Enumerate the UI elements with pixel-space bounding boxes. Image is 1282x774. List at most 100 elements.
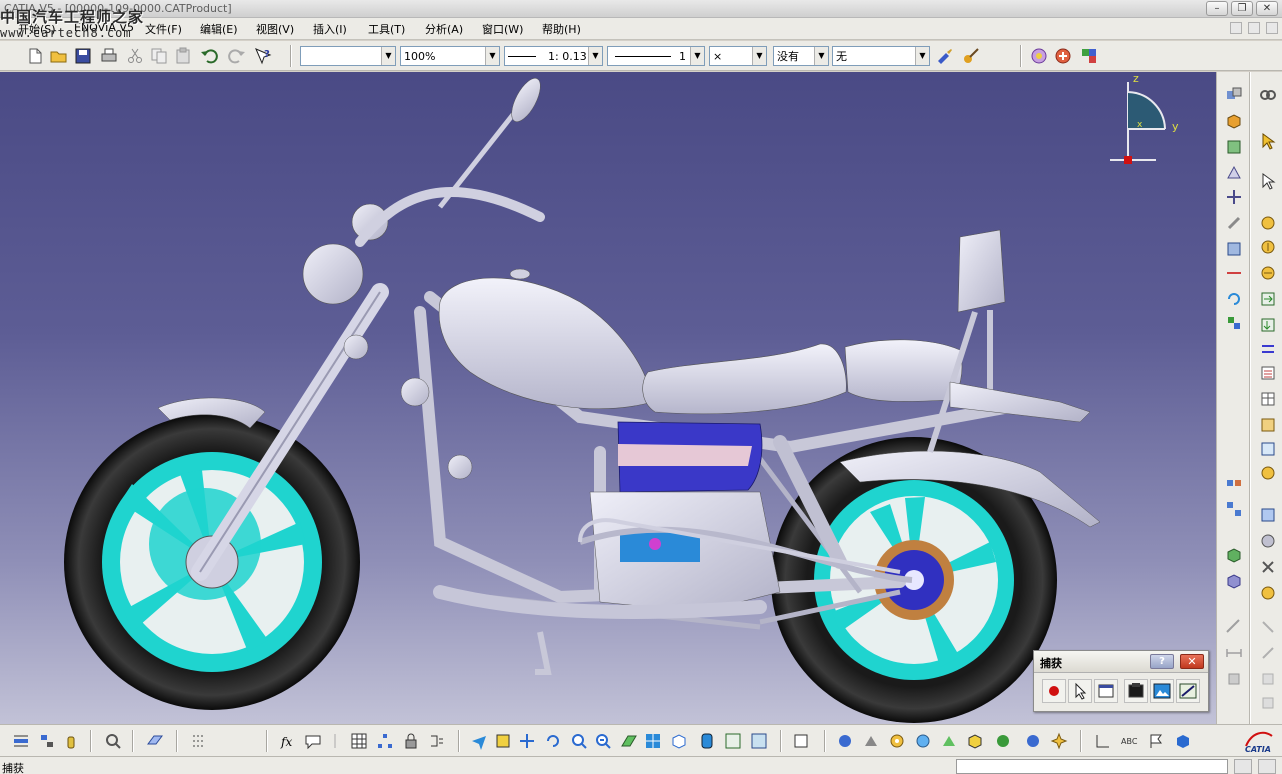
status-button-2[interactable]	[1258, 759, 1276, 774]
constraint-icon[interactable]	[1225, 314, 1243, 332]
color-combo[interactable]: ▼	[300, 46, 396, 66]
law-icon[interactable]	[326, 732, 344, 750]
minimize-button[interactable]: –	[1206, 1, 1228, 16]
quick-select-icon[interactable]	[1259, 172, 1277, 190]
palette-close-button[interactable]: ✕	[1180, 654, 1204, 669]
undo-icon[interactable]	[200, 47, 218, 65]
pan-icon[interactable]	[518, 732, 536, 750]
kin-icon[interactable]	[836, 732, 854, 750]
export-icon[interactable]	[1259, 316, 1277, 334]
whats-this-icon[interactable]: ?	[254, 47, 272, 65]
text-annotation-icon[interactable]: ABC	[1120, 732, 1138, 750]
swap-icon[interactable]	[1259, 340, 1277, 358]
sectioning-icon[interactable]	[966, 732, 984, 750]
list-icon[interactable]	[1259, 364, 1277, 382]
formula-icon[interactable]	[1054, 47, 1072, 65]
rotate-icon[interactable]	[544, 732, 562, 750]
axis-icon[interactable]	[1094, 732, 1112, 750]
normal-view-icon[interactable]	[620, 732, 638, 750]
menu-analysis[interactable]: 分析(A)	[425, 21, 463, 37]
gear-icon[interactable]	[888, 732, 906, 750]
menu-enovia[interactable]: ENOVIA V5	[74, 21, 134, 34]
report-icon[interactable]	[1259, 440, 1277, 458]
measure-item-icon[interactable]	[1225, 618, 1243, 636]
design-table-icon[interactable]	[350, 732, 368, 750]
simulation-icon[interactable]	[862, 732, 880, 750]
clash-check-icon[interactable]	[940, 732, 958, 750]
menu-insert[interactable]: 插入(I)	[313, 21, 347, 37]
point-combo[interactable]: × ▼	[709, 46, 767, 66]
fix-icon[interactable]	[1259, 558, 1277, 576]
record-button[interactable]	[1042, 679, 1066, 703]
menu-window[interactable]: 窗口(W)	[482, 21, 523, 37]
visualization-mode-icon[interactable]	[1259, 264, 1277, 282]
select-arrow-icon[interactable]	[1259, 132, 1277, 150]
insert-component-icon[interactable]	[1225, 112, 1243, 130]
section-icon[interactable]	[1225, 240, 1243, 258]
enhanced-scene-icon[interactable]	[1225, 572, 1243, 590]
product-structure-icon[interactable]	[1225, 86, 1243, 104]
sparkle-icon[interactable]	[1050, 732, 1068, 750]
motorcycle-model[interactable]: z y x	[0, 72, 1216, 724]
disabled-tool-icon[interactable]	[1259, 670, 1277, 688]
painter-icon[interactable]	[936, 47, 954, 65]
redo-icon[interactable]	[228, 47, 246, 65]
formula-fx-icon[interactable]: fx	[280, 732, 298, 750]
menu-help[interactable]: 帮助(H)	[542, 21, 581, 37]
3d-viewport[interactable]: z y x	[0, 72, 1216, 724]
bom-icon[interactable]	[1259, 416, 1277, 434]
view-link-icon[interactable]	[1259, 86, 1277, 104]
mdi-minimize-button[interactable]	[1230, 22, 1242, 34]
hide-show-icon[interactable]	[724, 732, 742, 750]
menu-file[interactable]: 文件(F)	[145, 21, 182, 37]
render-combo[interactable]: 无 ▼	[832, 46, 930, 66]
zoom-out-icon[interactable]	[594, 732, 612, 750]
lock-icon[interactable]	[402, 732, 420, 750]
fit-all-in-icon[interactable]	[494, 732, 512, 750]
bottle-icon[interactable]	[62, 732, 80, 750]
palette-help-button[interactable]: ?	[1150, 654, 1174, 669]
multi-view-icon[interactable]	[644, 732, 662, 750]
table-icon[interactable]	[1259, 390, 1277, 408]
dress-up-icon[interactable]	[1259, 584, 1277, 602]
select-mode-button[interactable]	[1068, 679, 1092, 703]
explode-icon[interactable]	[1225, 474, 1243, 492]
search-icon[interactable]	[104, 732, 122, 750]
tree-icon[interactable]	[38, 732, 56, 750]
reuse-pattern-icon[interactable]	[1225, 500, 1243, 518]
plane-icon[interactable]	[146, 732, 164, 750]
shading-icon[interactable]	[698, 732, 716, 750]
existing-component-icon[interactable]	[1225, 138, 1243, 156]
fit-all-icon[interactable]	[12, 732, 30, 750]
measure-between-icon[interactable]	[1225, 644, 1243, 662]
menu-tools[interactable]: 工具(T)	[368, 21, 405, 37]
capture-button[interactable]	[1124, 679, 1148, 703]
compass-icon[interactable]: z y x	[1110, 72, 1179, 164]
close-button[interactable]: ✕	[1256, 1, 1278, 16]
snap-icon[interactable]	[1225, 188, 1243, 206]
catalog-icon[interactable]	[1259, 506, 1277, 524]
linetype-combo[interactable]: 1: 0.13 ▼	[504, 46, 603, 66]
equation-icon[interactable]	[428, 732, 446, 750]
disabled-tool-icon[interactable]	[1259, 618, 1277, 636]
catalog-tool-icon[interactable]	[792, 732, 810, 750]
zoom-in-icon[interactable]	[570, 732, 588, 750]
menu-edit[interactable]: 编辑(E)	[200, 21, 238, 37]
copy-icon[interactable]	[150, 47, 168, 65]
transparency-combo[interactable]: 100% ▼	[400, 46, 500, 66]
hierarchy-icon[interactable]	[376, 732, 394, 750]
gear-settings-icon[interactable]	[994, 732, 1012, 750]
fly-mode-icon[interactable]	[470, 732, 488, 750]
thickness-combo[interactable]: 1 ▼	[607, 46, 705, 66]
parameter-icon[interactable]	[1080, 47, 1098, 65]
distance-icon[interactable]	[1225, 264, 1243, 282]
settings-button[interactable]	[1176, 679, 1200, 703]
clash-icon[interactable]	[1225, 214, 1243, 232]
paste-icon[interactable]	[174, 47, 192, 65]
flag-note-icon[interactable]	[1148, 732, 1166, 750]
cut-icon[interactable]	[126, 47, 144, 65]
import-icon[interactable]	[1259, 290, 1277, 308]
menu-view[interactable]: 视图(V)	[256, 21, 294, 37]
album-button[interactable]	[1150, 679, 1174, 703]
layer-combo[interactable]: 没有 ▼	[773, 46, 829, 66]
